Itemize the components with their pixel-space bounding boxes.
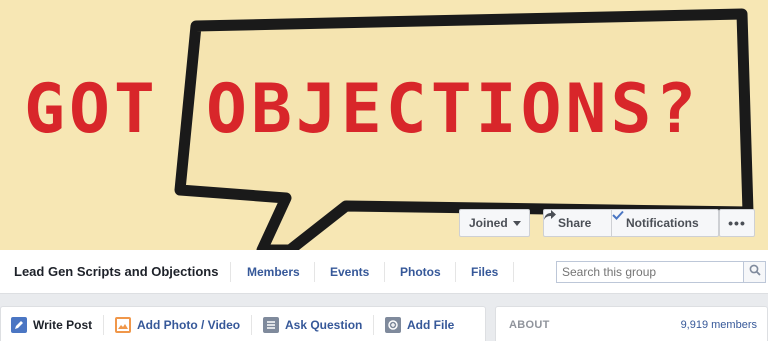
group-search: [556, 261, 766, 283]
composer-divider: [373, 315, 374, 335]
file-icon: [385, 317, 401, 333]
nav-item-events[interactable]: Events: [330, 265, 369, 279]
nav-item-members[interactable]: Members: [247, 265, 300, 279]
more-options-button[interactable]: •••: [719, 209, 755, 237]
add-photo-video-tab[interactable]: Add Photo / Video: [115, 317, 240, 333]
ask-question-label: Ask Question: [285, 318, 363, 332]
cover-photo[interactable]: GOT OBJECTIONS? Joined Share Notificatio…: [0, 0, 768, 250]
composer-divider: [103, 315, 104, 335]
add-file-tab[interactable]: Add File: [385, 317, 454, 333]
group-nav-bar: Lead Gen Scripts and Objections Members …: [0, 250, 768, 294]
write-post-label: Write Post: [33, 318, 93, 332]
notifications-button[interactable]: Notifications: [611, 209, 719, 237]
joined-button[interactable]: Joined: [459, 209, 530, 237]
member-count[interactable]: 9,919 members: [681, 319, 757, 331]
chevron-down-icon: [512, 220, 521, 226]
add-photo-video-label: Add Photo / Video: [137, 318, 241, 332]
list-icon: [263, 317, 279, 333]
cover-headline-right: OBJECTIONS?: [206, 70, 701, 149]
composer-divider: [251, 315, 252, 335]
group-name[interactable]: Lead Gen Scripts and Objections: [14, 264, 218, 279]
nav-divider: [314, 262, 315, 282]
nav-item-files[interactable]: Files: [471, 265, 498, 279]
post-composer: Write Post Add Photo / Video Ask Questio…: [0, 306, 486, 341]
cover-headline-left: GOT: [24, 70, 159, 149]
joined-label: Joined: [469, 216, 508, 230]
magnifier-icon: [749, 263, 761, 281]
share-label: Share: [558, 216, 592, 230]
about-panel: ABOUT 9,919 members: [495, 306, 768, 341]
pencil-icon: [11, 317, 27, 333]
nav-divider: [230, 262, 231, 282]
nav-divider: [455, 262, 456, 282]
more-icon: •••: [728, 215, 746, 231]
nav-divider: [513, 262, 514, 282]
about-title: ABOUT: [509, 319, 550, 331]
add-file-label: Add File: [407, 318, 455, 332]
notifications-label: Notifications: [626, 216, 699, 230]
search-button[interactable]: [743, 262, 765, 282]
nav-item-photos[interactable]: Photos: [400, 265, 441, 279]
photo-icon: [115, 317, 131, 333]
ask-question-tab[interactable]: Ask Question: [263, 317, 362, 333]
group-page: GOT OBJECTIONS? Joined Share Notificatio…: [0, 0, 768, 341]
nav-divider: [384, 262, 385, 282]
share-button[interactable]: Share: [543, 209, 611, 237]
search-input[interactable]: [557, 262, 737, 282]
write-post-tab[interactable]: Write Post: [11, 317, 92, 333]
